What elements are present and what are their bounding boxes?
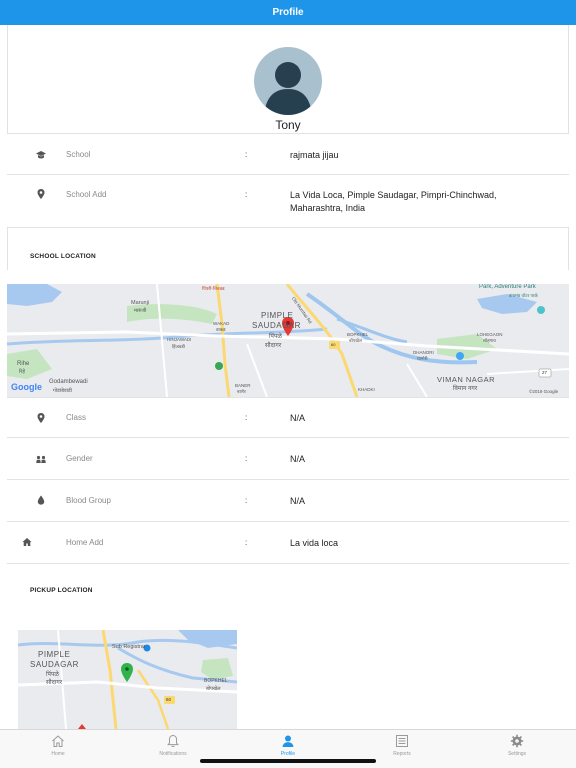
school-location-map[interactable]: पिंपरी-चिंचवड Marunji मारुंजी WAKAD वाकड…: [7, 284, 569, 397]
map-label: धानोरी: [417, 356, 428, 361]
navigation-bar: Profile: [0, 0, 576, 25]
person-icon: [281, 734, 295, 748]
school-label: School: [66, 150, 91, 159]
school-address-colon: :: [245, 190, 248, 199]
map-label: गोडांबेवाडी: [53, 388, 72, 394]
google-logo: Google: [11, 382, 42, 392]
map-label: पिंपरी-चिंचवड: [202, 286, 225, 291]
school-address-row: School Add : La Vida Loca, Pimple Saudag…: [7, 175, 569, 228]
school-address-label: School Add: [66, 190, 107, 199]
map-label: BOPKHEL: [347, 332, 369, 337]
school-row: School : rajmata jijau: [7, 133, 569, 175]
map-label: विमान नगर: [453, 386, 478, 392]
gear-icon: [510, 734, 524, 748]
blood-group-value: N/A: [290, 496, 306, 506]
home-tab-icon: [51, 734, 65, 748]
gender-label: Gender: [66, 454, 93, 463]
home-indicator: [200, 759, 376, 763]
map-label: सौदागर: [46, 680, 63, 686]
map-label: डायमंड वॉटर पार्क: [509, 293, 538, 298]
school-address-value: La Vida Loca, Pimple Saudagar, Pimpri-Ch…: [290, 190, 497, 213]
map-label: मारुंजी: [134, 308, 147, 314]
blood-group-row: Blood Group : N/A: [7, 480, 569, 522]
class-row: Class : N/A: [7, 397, 569, 438]
tab-notifications[interactable]: Notifications: [133, 734, 213, 757]
tab-home[interactable]: Home: [18, 734, 98, 757]
map-label: Sub Registrar: [112, 644, 146, 650]
blood-group-colon: :: [245, 496, 248, 505]
gender-icon: [35, 452, 47, 464]
map-label: SAUDAGAR: [252, 321, 301, 330]
map-label: LOHEGAON: [477, 332, 503, 337]
map-copyright: ©2019 Google: [529, 389, 559, 394]
tab-home-label: Home: [51, 751, 65, 757]
bell-icon: [166, 734, 180, 748]
tab-notifications-label: Notifications: [159, 751, 187, 757]
avatar: [254, 47, 322, 115]
map-label: PIMPLE: [38, 650, 71, 659]
gender-value: N/A: [290, 454, 306, 464]
highway-shield: 60: [166, 697, 172, 702]
map-label: बोपखेल: [206, 686, 221, 692]
gender-row: Gender : N/A: [7, 438, 569, 480]
home-address-row: Home Add : La vida loca: [7, 522, 569, 564]
map-label: पिंपळे: [269, 334, 282, 340]
tab-reports-label: Reports: [393, 751, 411, 757]
map-label: PIMPLE: [261, 311, 294, 320]
map-label: हिंजवडी: [172, 344, 185, 349]
gender-colon: :: [245, 454, 248, 463]
location-pin-icon: [35, 187, 47, 199]
profile-scroll-view[interactable]: Tony School : rajmata jijau School Add :…: [0, 25, 576, 729]
tab-settings[interactable]: Settings: [477, 734, 557, 757]
map-label: Marunji: [131, 300, 150, 306]
map-label: बाणेर: [237, 389, 246, 394]
tab-profile[interactable]: Profile: [248, 734, 328, 757]
class-colon: :: [245, 413, 248, 422]
school-location-title: SCHOOL LOCATION: [30, 253, 96, 260]
map-label: BOPKHEL: [204, 678, 228, 684]
map-label: DHANORI: [413, 350, 434, 355]
map-label: बोपखेल: [349, 338, 363, 343]
student-name: Tony: [275, 118, 301, 132]
map-label: WAKAD: [213, 321, 230, 326]
map-label: Godambewadi: [49, 379, 88, 385]
home-address-label: Home Add: [66, 538, 104, 547]
map-label: वाकड: [216, 327, 226, 332]
tab-profile-label: Profile: [280, 751, 296, 757]
tab-reports[interactable]: Reports: [362, 734, 442, 757]
map-label: HINJAWADI: [167, 337, 192, 342]
map-label: लोहगाव: [483, 338, 496, 343]
pickup-location-map[interactable]: Sub Registrar PIMPLE SAUDAGAR पिंपळे सौद…: [18, 630, 237, 729]
class-label: Class: [66, 413, 87, 422]
page-title: Profile: [272, 7, 304, 18]
school-value: rajmata jijau: [290, 150, 339, 160]
school-colon: :: [245, 150, 248, 159]
map-label: पिंपळे: [46, 672, 59, 678]
location-pin-icon: [35, 411, 47, 423]
blood-group-label: Blood Group: [66, 496, 111, 505]
tab-settings-label: Settings: [507, 751, 527, 757]
map-label: Rihe: [17, 361, 30, 367]
map-label: SAUDAGAR: [30, 660, 79, 669]
map-label: Park, Adventure Park: [479, 284, 536, 290]
map-label: BANER: [235, 383, 251, 388]
school-icon: [35, 148, 47, 160]
pickup-location-title: PICKUP LOCATION: [30, 587, 93, 594]
home-icon: [21, 535, 33, 547]
map-label: सौदागर: [265, 343, 282, 349]
home-address-colon: :: [245, 538, 248, 547]
reports-icon: [395, 734, 409, 748]
highway-shield: 27: [542, 370, 548, 375]
blood-drop-icon: [35, 493, 47, 505]
class-value: N/A: [290, 413, 306, 423]
home-address-value: La vida loca: [290, 538, 339, 548]
map-label: VIMAN NAGAR: [437, 375, 496, 384]
map-label: KHADKI: [358, 387, 375, 392]
map-label: रिहे: [19, 369, 25, 375]
highway-shield: 60: [331, 342, 336, 347]
